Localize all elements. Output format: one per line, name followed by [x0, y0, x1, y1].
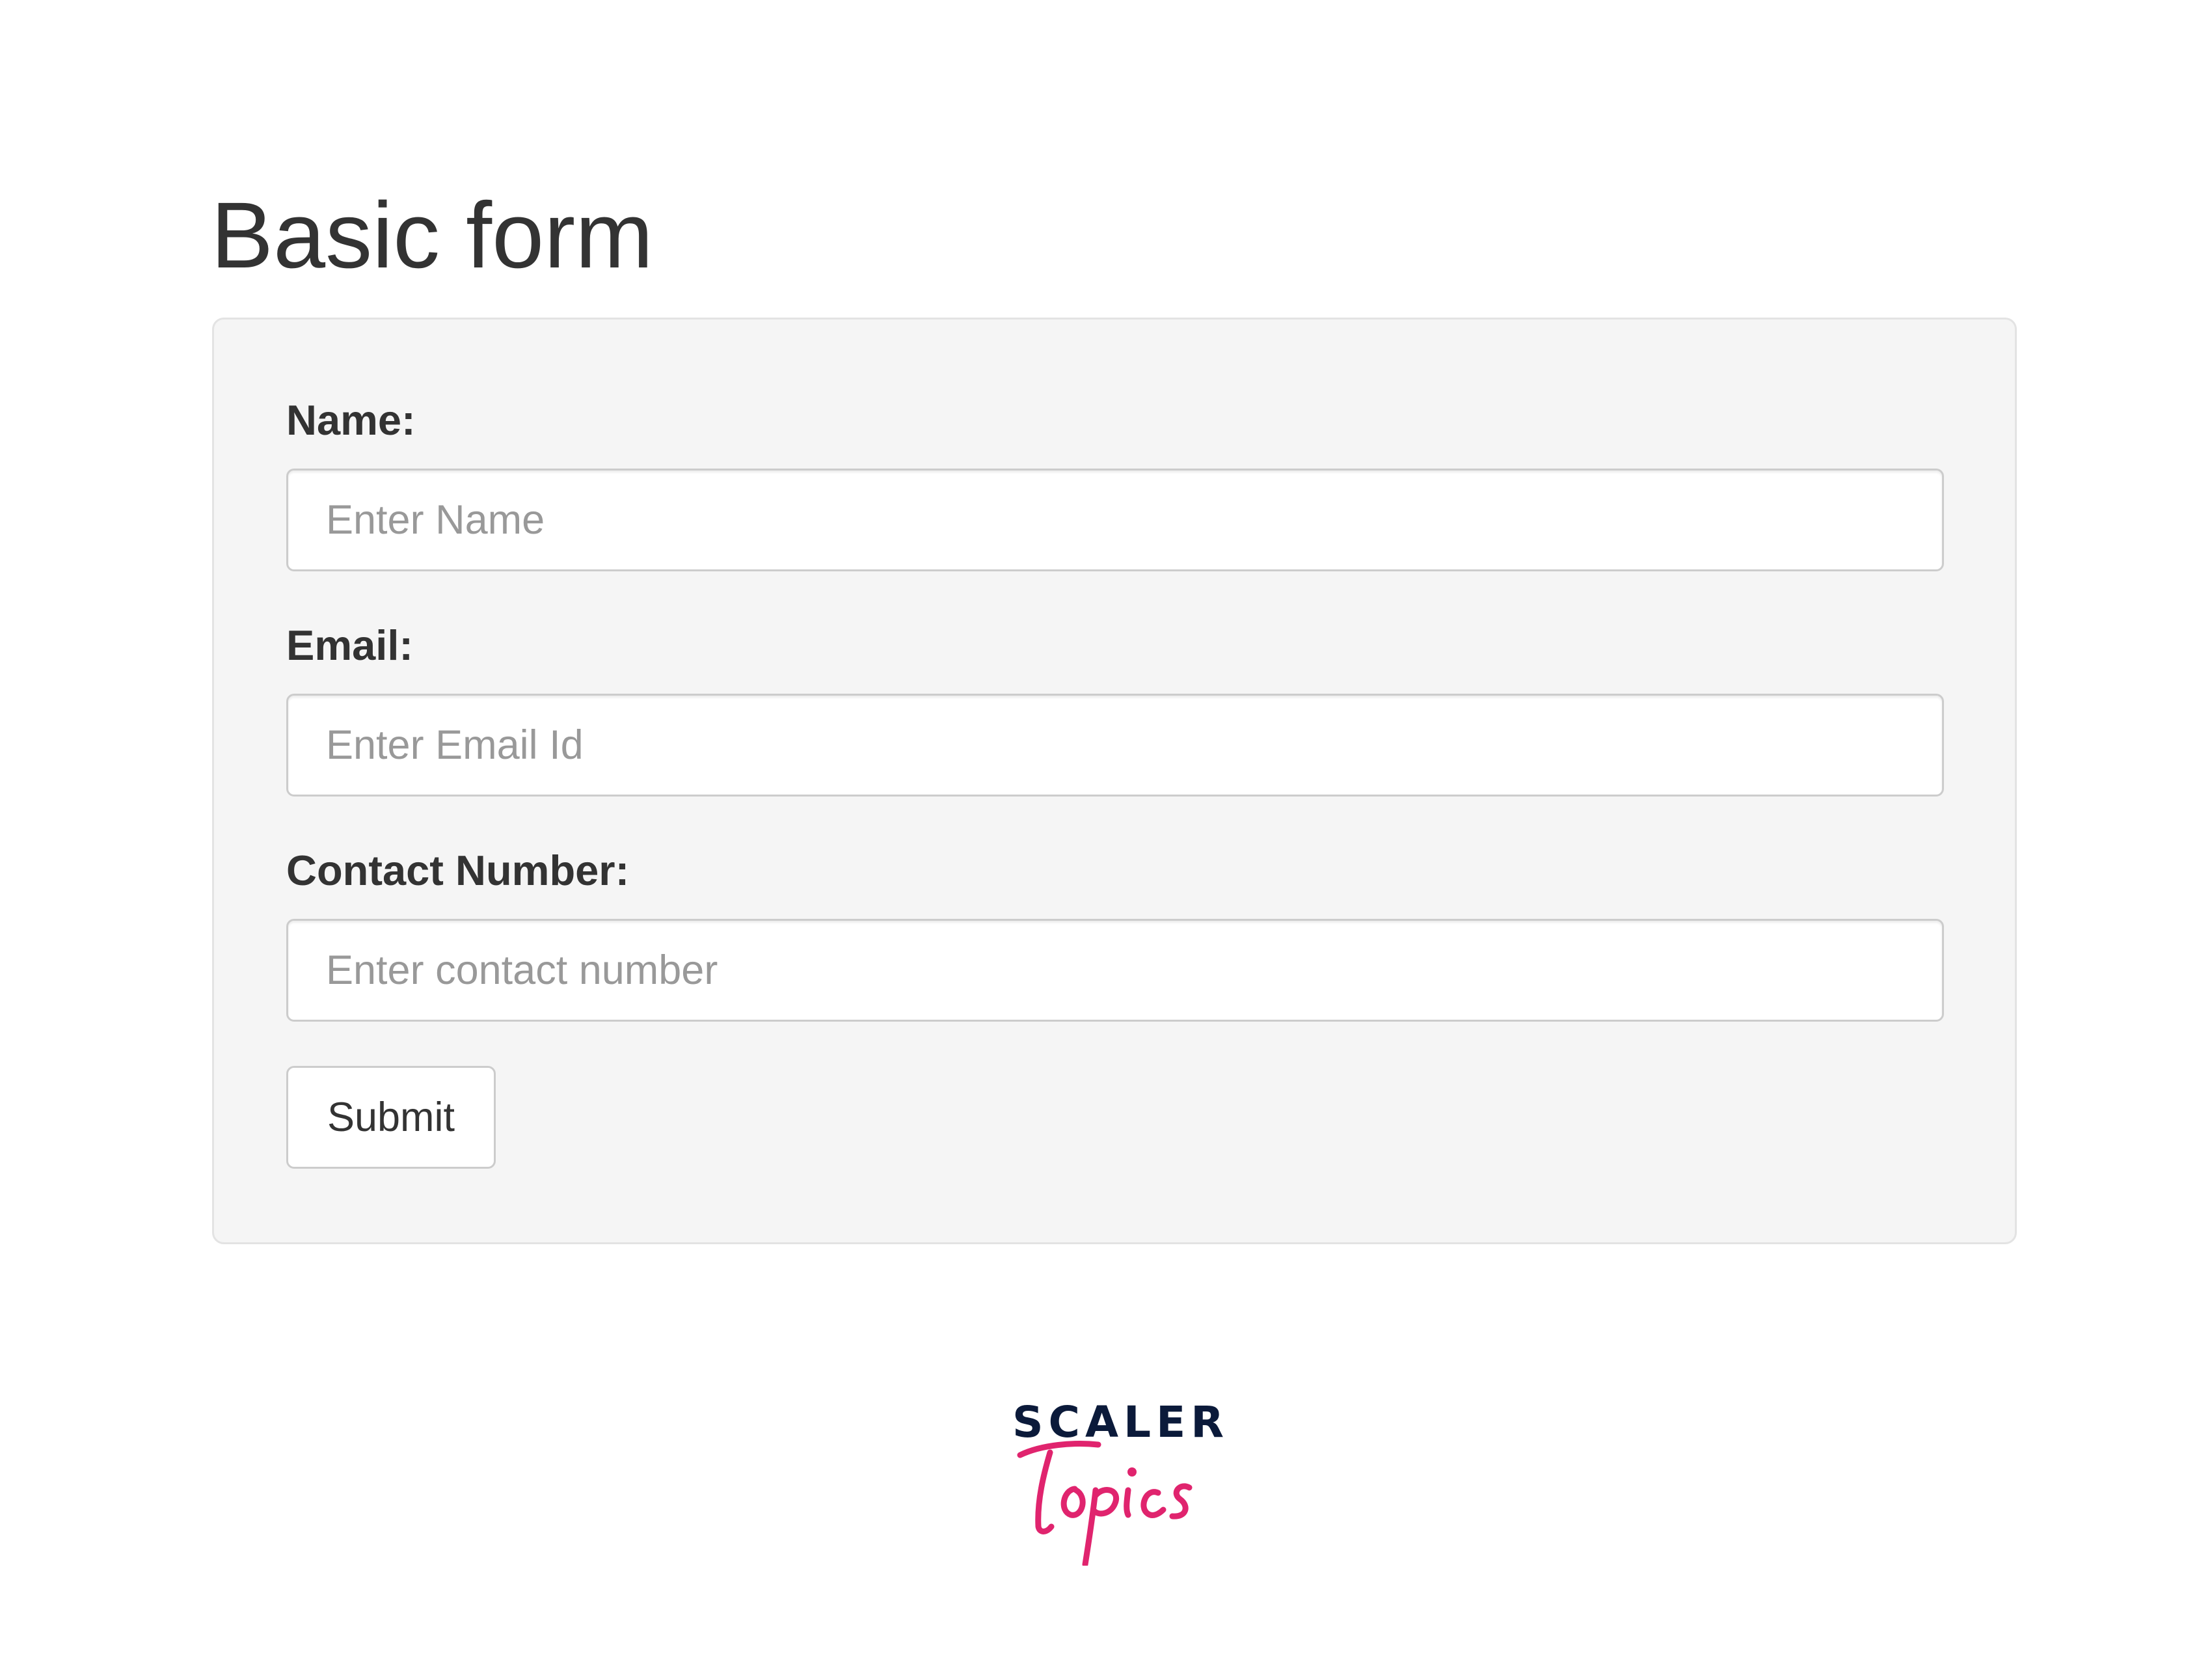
logo-script-topics	[1017, 1441, 1193, 1566]
email-label: Email:	[286, 621, 414, 669]
name-input[interactable]	[286, 469, 1944, 571]
contact-number-input[interactable]	[286, 919, 1944, 1022]
page: Basic form Name: Email: Contact Number: …	[0, 0, 2212, 1675]
submit-button[interactable]: Submit	[286, 1066, 496, 1169]
contact-number-label: Contact Number:	[286, 847, 630, 894]
email-input[interactable]	[286, 694, 1944, 797]
page-title: Basic form	[211, 183, 654, 288]
name-label: Name:	[286, 396, 416, 444]
scaler-topics-logo: SCALER	[1012, 1396, 1224, 1566]
